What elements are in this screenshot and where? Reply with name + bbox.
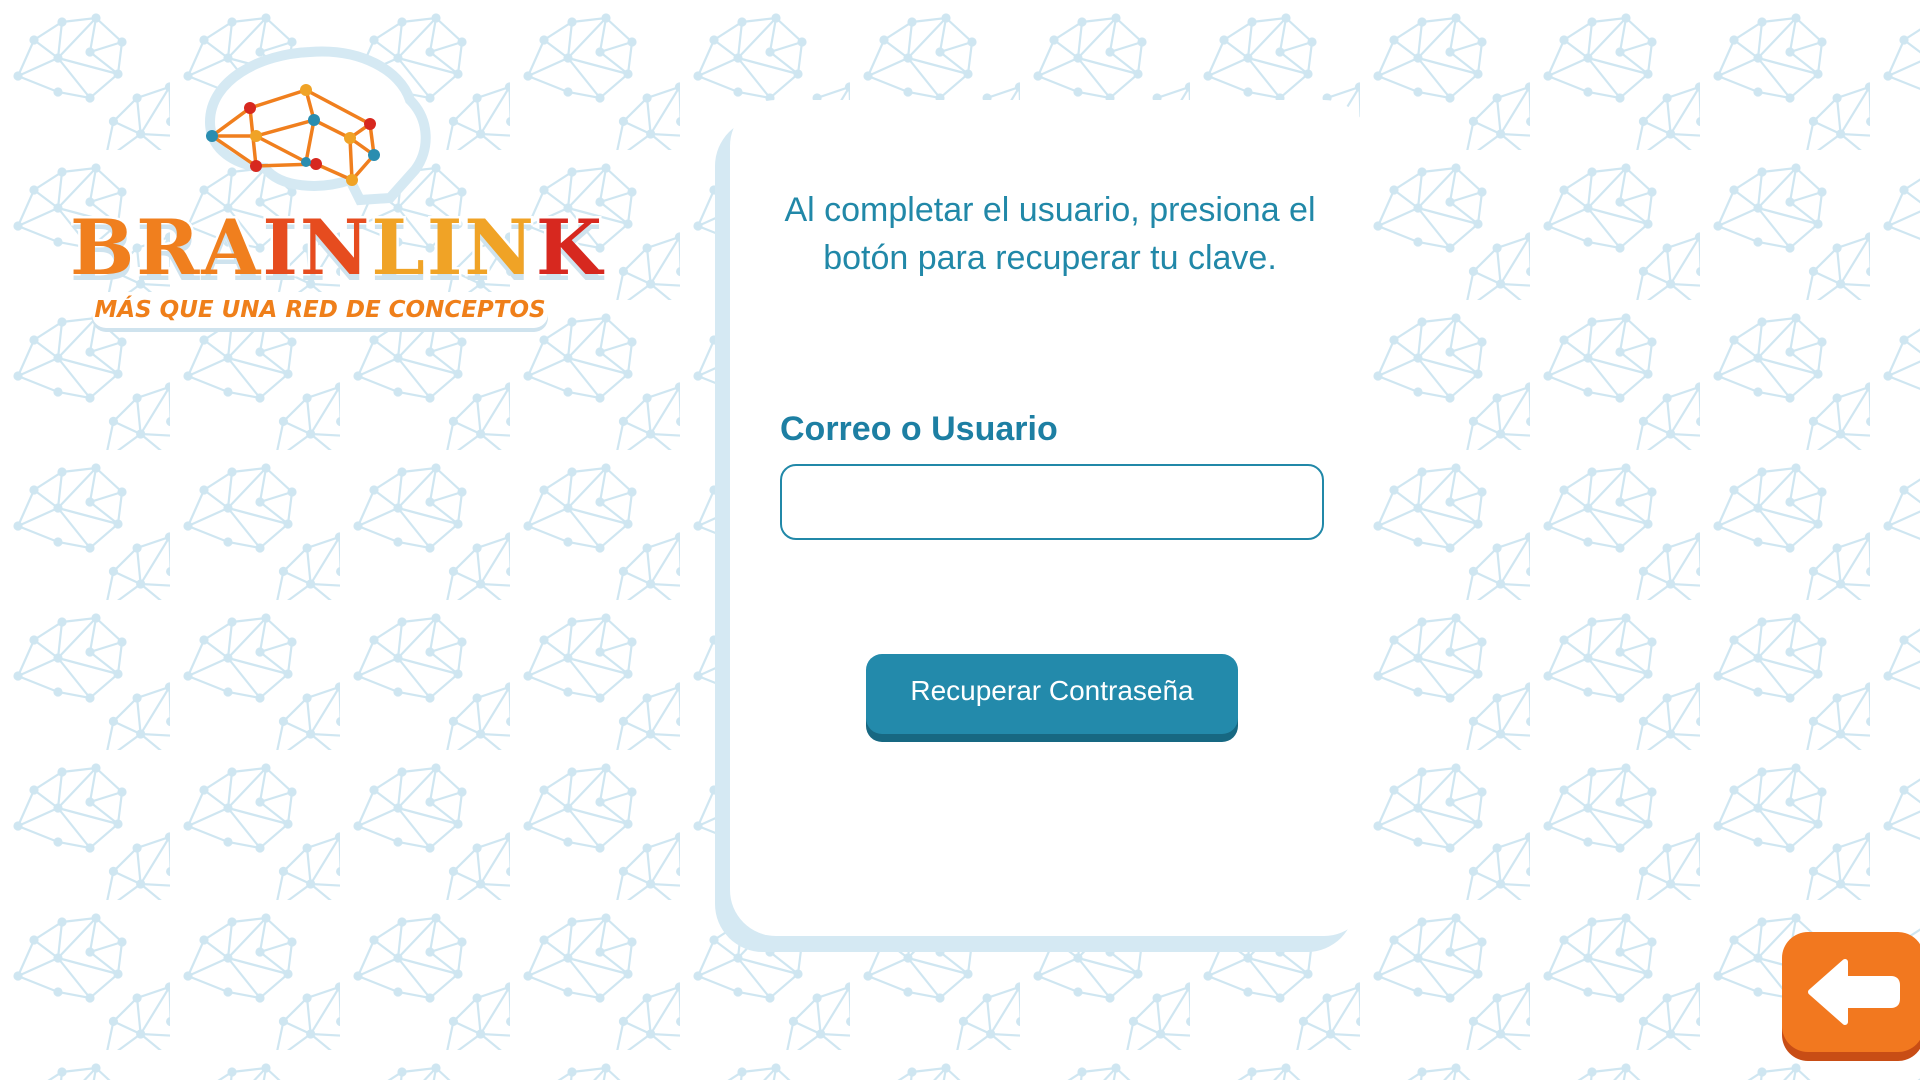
logo-title-part: LIN bbox=[369, 203, 536, 292]
logo-title: BRAINLINK bbox=[67, 207, 604, 288]
instructions-text: Al completar el usuario, presiona el bot… bbox=[784, 191, 1316, 277]
email-or-username-input[interactable] bbox=[780, 464, 1324, 540]
logo-title-part: BRA bbox=[67, 203, 263, 292]
logo-subtitle: MÁS QUE UNA RED DE CONCEPTOS bbox=[94, 297, 546, 323]
logo-title-part: K bbox=[533, 203, 604, 292]
recover-password-button[interactable]: Recuperar Contraseña bbox=[866, 654, 1238, 734]
brainlink-logo: BRAINLINK MÁS QUE UNA RED DE CONCEPTOS bbox=[60, 40, 604, 340]
brain-network-icon bbox=[204, 46, 431, 206]
back-button[interactable] bbox=[1782, 932, 1920, 1052]
email-or-username-label: Correo o Usuario bbox=[780, 410, 1058, 448]
logo-title-part: IN bbox=[260, 203, 372, 292]
logo-subtitle-banner: MÁS QUE UNA RED DE CONCEPTOS bbox=[92, 292, 548, 328]
recover-password-screen: BRAINLINK MÁS QUE UNA RED DE CONCEPTOS A… bbox=[0, 0, 1920, 1080]
arrow-left-icon bbox=[1808, 959, 1900, 1025]
